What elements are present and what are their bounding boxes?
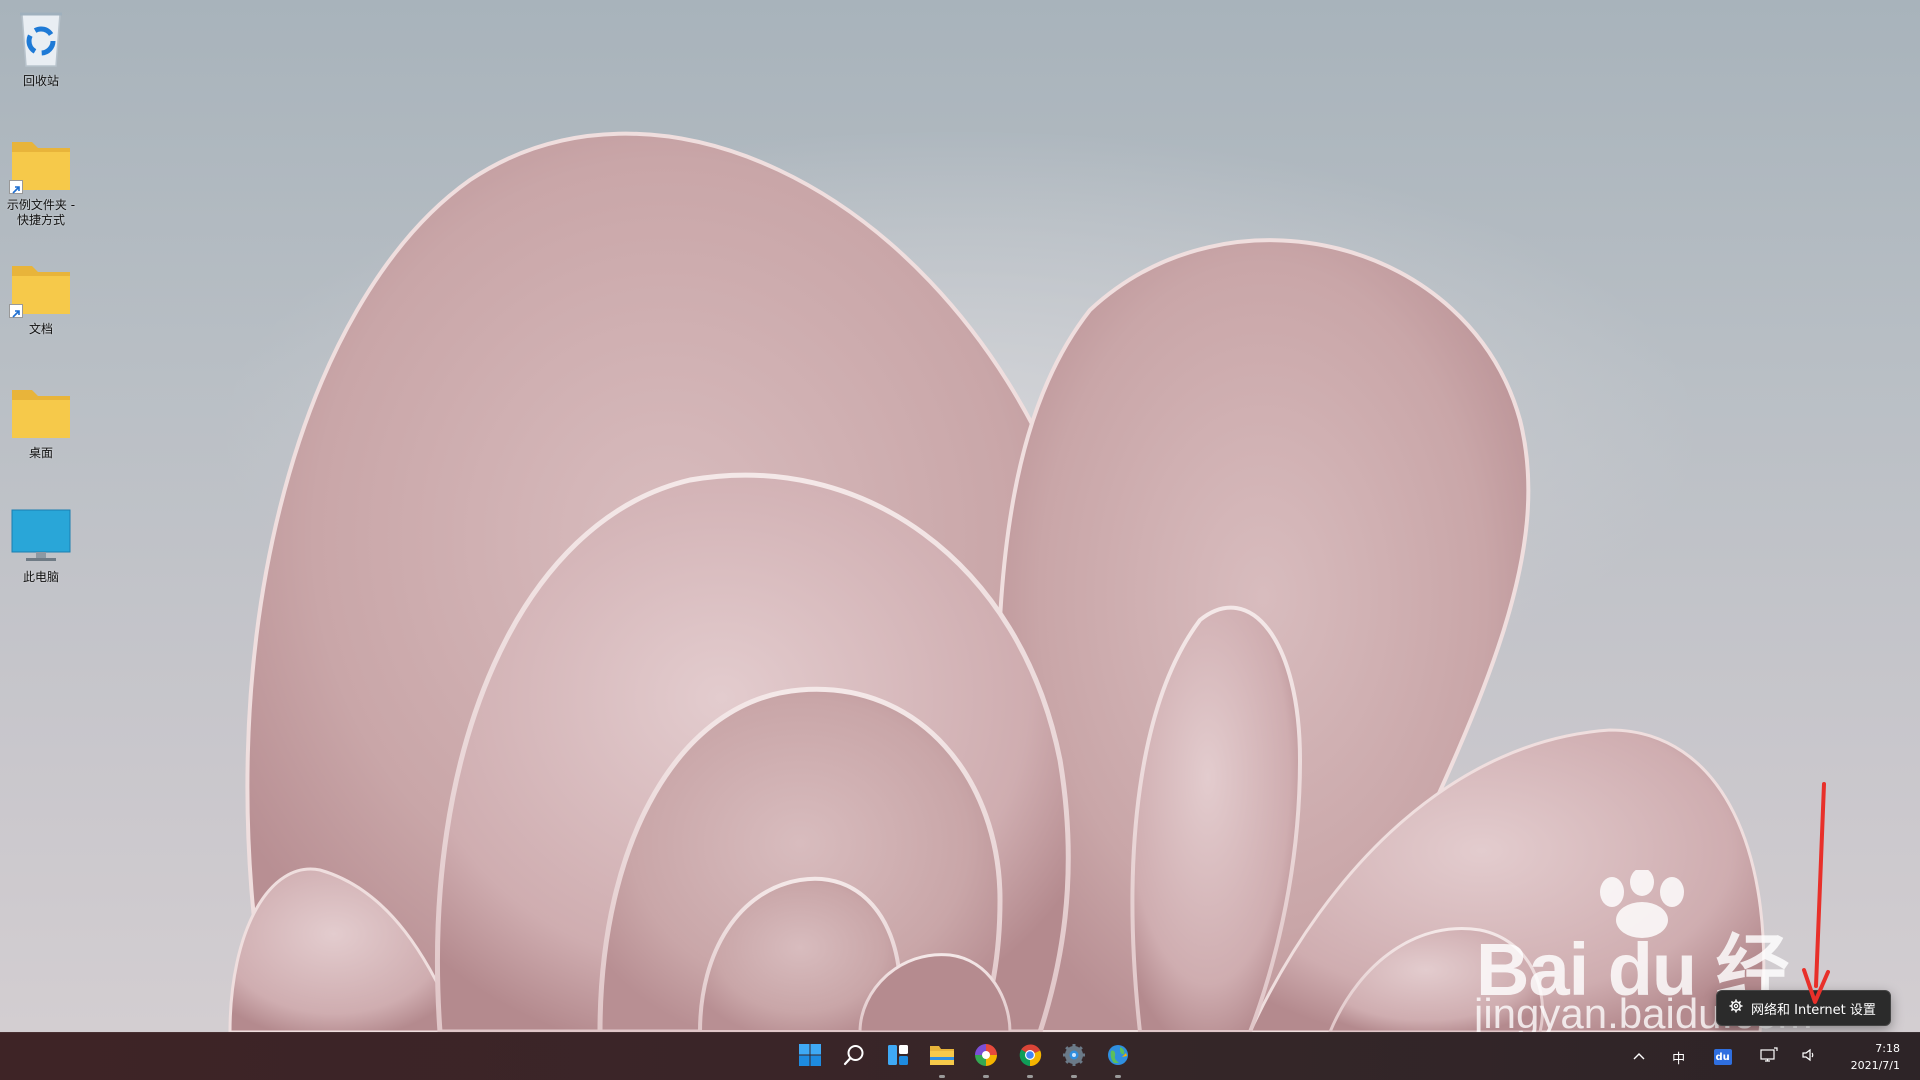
desktop-icon-desktop-folder[interactable]: 桌面 (4, 380, 78, 461)
folder-icon (8, 132, 74, 194)
widgets-button[interactable] (876, 1033, 920, 1080)
running-indicator (983, 1075, 989, 1078)
chrome-icon (1018, 1043, 1042, 1071)
network-icon (1759, 1047, 1778, 1067)
clock[interactable]: 7:18 2021/7/1 (1829, 1033, 1920, 1080)
search-button[interactable] (832, 1033, 876, 1080)
globe-icon (1106, 1043, 1130, 1071)
running-indicator (1071, 1075, 1077, 1078)
folder-icon (929, 1043, 955, 1071)
desktop-icon-label: 示例文件夹 - 快捷方式 (6, 198, 76, 227)
recycle-bin-icon (8, 8, 74, 70)
running-indicator (939, 1075, 945, 1078)
annotation-arrow (1802, 782, 1830, 1004)
volume-icon (1801, 1047, 1817, 1067)
taskbar-apps (788, 1033, 1140, 1080)
folder-icon (8, 380, 74, 442)
network-button[interactable] (1745, 1033, 1789, 1080)
file-explorer-button[interactable] (920, 1033, 964, 1080)
windows-logo-icon (798, 1043, 822, 1071)
desktop-icon-label: 此电脑 (22, 570, 59, 584)
desktop-icon-documents-shortcut[interactable]: 文档 (4, 256, 78, 337)
monitor-icon (8, 504, 74, 566)
clock-time: 7:18 (1875, 1042, 1900, 1055)
system-tray: 中 du 7:18 2021/7/1 (1621, 1033, 1920, 1080)
chevron-up-icon (1632, 1050, 1646, 1065)
ime-indicator[interactable]: 中 (1657, 1033, 1701, 1080)
gear-icon (1729, 999, 1743, 1017)
settings-button[interactable] (1052, 1033, 1096, 1080)
running-indicator (1115, 1075, 1121, 1078)
globe-app-button[interactable] (1096, 1033, 1140, 1080)
color-ball-icon (974, 1043, 998, 1071)
running-indicator (1027, 1075, 1033, 1078)
desktop: 回收站 示例文件夹 - 快捷方式 文档 桌面 此电脑 Bai du 经 jing… (0, 0, 1920, 1080)
desktop-icon-example-folder-shortcut[interactable]: 示例文件夹 - 快捷方式 (4, 132, 78, 228)
desktop-icon-label: 回收站 (22, 74, 59, 88)
widgets-icon (886, 1043, 910, 1071)
volume-button[interactable] (1789, 1033, 1829, 1080)
clock-date: 2021/7/1 (1850, 1059, 1900, 1072)
chrome-button[interactable] (1008, 1033, 1052, 1080)
app-colorful-button[interactable] (964, 1033, 1008, 1080)
gear-icon (1062, 1043, 1086, 1071)
folder-icon (8, 256, 74, 318)
shortcut-arrow-icon (9, 304, 23, 318)
desktop-icon-recycle-bin[interactable]: 回收站 (4, 8, 78, 89)
desktop-icon-label: 桌面 (28, 446, 53, 460)
shortcut-arrow-icon (9, 180, 23, 194)
taskbar: 中 du 7:18 2021/7/1 (0, 1032, 1920, 1080)
tray-overflow-button[interactable] (1621, 1033, 1657, 1080)
start-button[interactable] (788, 1033, 832, 1080)
desktop-icon-this-pc[interactable]: 此电脑 (4, 504, 78, 585)
desktop-icon-label: 文档 (28, 322, 53, 336)
search-icon (842, 1043, 866, 1071)
wallpaper-bloom (228, 131, 1766, 1032)
baidu-tray-icon[interactable]: du (1701, 1033, 1745, 1080)
